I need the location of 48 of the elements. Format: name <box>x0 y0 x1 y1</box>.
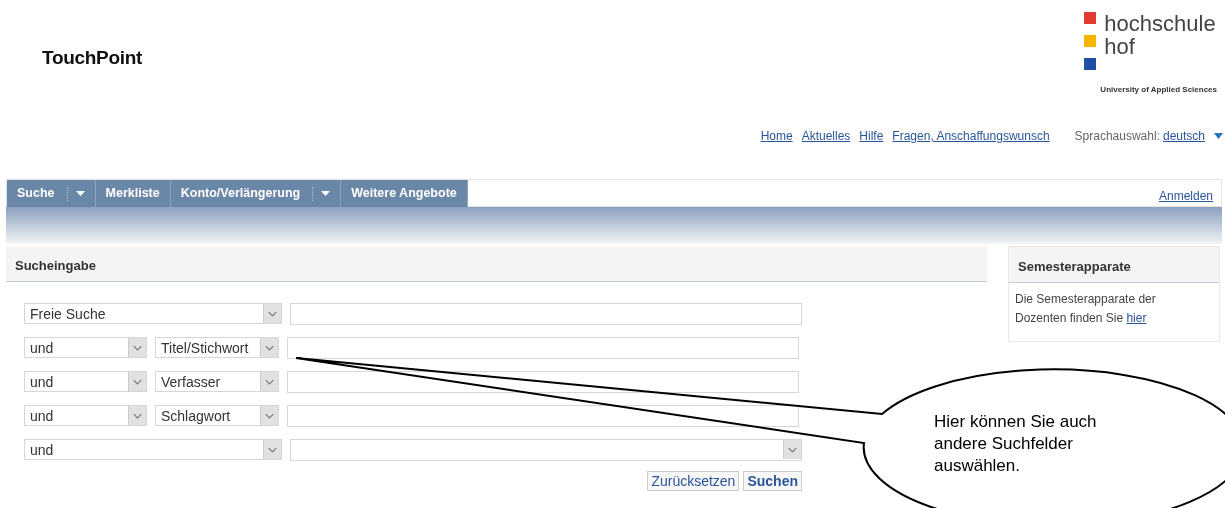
site-title: TouchPoint <box>42 46 143 70</box>
top-link[interactable]: Fragen, Anschaffungswunsch <box>892 127 1050 145</box>
input-field[interactable] <box>287 337 799 359</box>
logo-mark-icon <box>1084 12 1097 70</box>
nav-tab[interactable]: Merkliste <box>95 180 171 207</box>
dropdown[interactable]: und <box>24 439 282 460</box>
input-field[interactable] <box>287 371 799 393</box>
input-field[interactable] <box>287 405 799 427</box>
search-button[interactable]: Suchen <box>743 471 802 491</box>
panel-title: Sucheingabe <box>6 246 987 282</box>
dropdown[interactable]: Freie Suche <box>24 303 282 324</box>
logo-tagline: University of Applied Sciences <box>1100 84 1217 96</box>
nav-tab[interactable]: Weitere Angebote <box>341 180 468 207</box>
top-link[interactable]: Home <box>760 127 793 145</box>
dropdown[interactable]: und <box>24 405 147 426</box>
top-link[interactable]: Hilfe <box>859 127 884 145</box>
chevron-down-icon[interactable] <box>263 304 281 323</box>
dropdown[interactable]: und <box>24 371 147 392</box>
chevron-down-icon[interactable] <box>263 440 281 459</box>
nav-tab[interactable]: Suche <box>7 180 96 207</box>
input-field[interactable] <box>290 303 802 325</box>
language-link[interactable]: deutsch <box>1162 127 1205 145</box>
language-label: Sprachauswahl: <box>1074 128 1160 145</box>
chevron-down-icon[interactable] <box>128 406 146 425</box>
dropdown[interactable] <box>290 439 802 461</box>
logo-text: hof <box>1104 35 1136 58</box>
caret-icon[interactable] <box>321 191 331 196</box>
dropdown[interactable]: Titel/Stichwort <box>155 337 279 358</box>
reset-button[interactable]: Zurücksetzen <box>647 471 740 491</box>
hier-link[interactable]: hier <box>1126 311 1147 325</box>
dropdown[interactable]: Verfasser <box>155 371 279 392</box>
callout-text: Hier können Sie auch andere Suchfelder auswählen. <box>934 411 1098 477</box>
login-link[interactable]: Anmelden <box>1158 187 1213 206</box>
dropdown[interactable]: Schlagwort <box>155 405 279 426</box>
panel-title: Semesterapparate <box>1009 247 1219 283</box>
nav-tab[interactable]: Konto/Verlängerung <box>170 180 342 207</box>
chevron-down-icon[interactable] <box>260 406 278 425</box>
chevron-down-icon[interactable] <box>260 338 278 357</box>
chevron-down-icon[interactable] <box>783 440 801 459</box>
dropdown[interactable]: und <box>24 337 147 358</box>
caret-icon[interactable] <box>75 191 85 196</box>
top-link[interactable]: Aktuelles <box>801 127 851 145</box>
panel-text: Die Semesterapparate der Dozenten finden Sie hier <box>1014 291 1157 327</box>
logo-text: hochschule <box>1104 12 1217 35</box>
chevron-down-icon[interactable] <box>128 338 146 357</box>
chevron-down-icon[interactable] <box>128 372 146 391</box>
caret-icon[interactable] <box>1214 133 1223 139</box>
chevron-down-icon[interactable] <box>260 372 278 391</box>
